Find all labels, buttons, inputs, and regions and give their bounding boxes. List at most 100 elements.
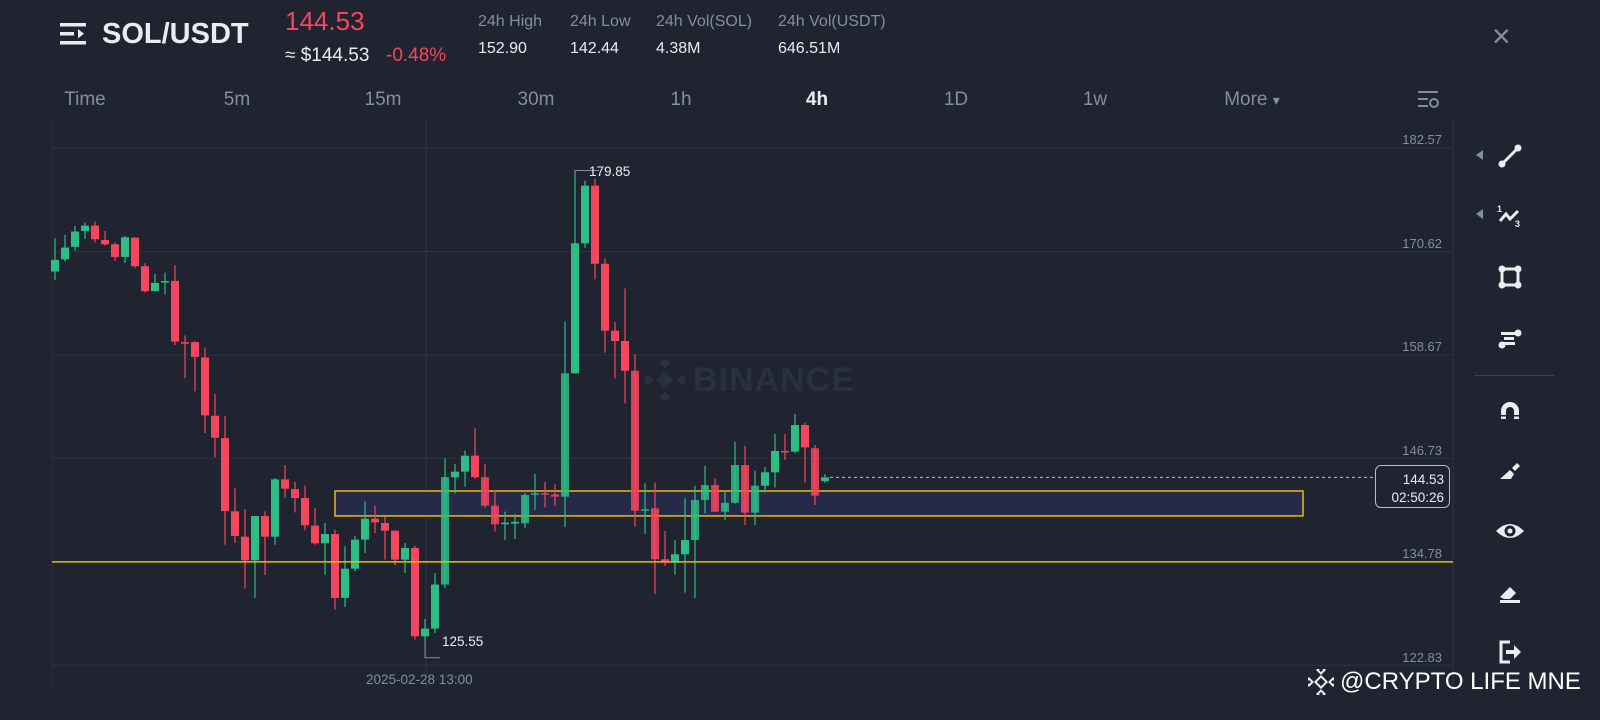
candle-body xyxy=(761,472,769,486)
crosshair-date-label: 2025-02-28 13:00 xyxy=(366,672,473,687)
candle-body xyxy=(301,498,309,526)
candle-body xyxy=(351,539,359,569)
candle-body xyxy=(421,628,429,637)
pencil-icon xyxy=(1500,463,1520,479)
magnet-icon xyxy=(1501,402,1519,419)
candle-body xyxy=(61,247,69,260)
credit-watermark: @CRYPTO LIFE MNE xyxy=(1308,668,1581,696)
candle-body xyxy=(401,547,409,560)
candle-body xyxy=(221,438,229,511)
candle-body xyxy=(171,280,179,342)
candle-body xyxy=(701,485,709,500)
candle-body xyxy=(111,244,119,257)
candle-body xyxy=(651,508,659,560)
y-tick-label: 182.57 xyxy=(1402,132,1442,147)
candle-body xyxy=(791,425,799,452)
candle-body xyxy=(341,568,349,598)
eye-icon xyxy=(1496,524,1524,538)
svg-text:3: 3 xyxy=(1515,219,1520,229)
candle-body xyxy=(201,357,209,416)
candle-body xyxy=(311,525,319,544)
candle-body xyxy=(521,494,529,524)
candle-body xyxy=(431,584,439,629)
candle-body xyxy=(561,373,569,497)
visibility-tool[interactable] xyxy=(1492,513,1528,549)
candle-body xyxy=(511,521,519,524)
candle-body xyxy=(721,502,729,512)
current-price-tag: 144.53 02:50:26 xyxy=(1375,465,1450,508)
candle-body xyxy=(181,342,189,344)
expand-arrow-icon[interactable] xyxy=(1476,209,1483,219)
high-marker-label: 179.85 xyxy=(589,164,631,179)
candle-body xyxy=(811,448,819,496)
y-tick-label: 158.67 xyxy=(1402,339,1442,354)
candle-body xyxy=(751,485,759,513)
candle-body xyxy=(581,185,589,244)
trendline-icon xyxy=(1498,144,1522,168)
candle-body xyxy=(611,330,619,342)
candle-body xyxy=(151,282,159,292)
magnet-tool[interactable] xyxy=(1492,393,1528,429)
candle-body xyxy=(321,534,329,544)
candle-body xyxy=(211,415,219,438)
candle-body xyxy=(81,225,89,231)
candle-body xyxy=(131,237,139,267)
y-tick-label: 170.62 xyxy=(1402,236,1442,251)
text-lines-tool[interactable] xyxy=(1492,320,1528,356)
candle-body xyxy=(501,522,509,525)
candle-body xyxy=(91,225,99,240)
low-marker-label: 125.55 xyxy=(442,634,484,649)
expand-arrow-icon[interactable] xyxy=(1476,150,1483,160)
candle-body xyxy=(731,465,739,503)
candle-body xyxy=(481,477,489,506)
candle-body xyxy=(571,243,579,374)
candle-body xyxy=(691,499,699,541)
candle-body xyxy=(471,455,479,478)
candle-body xyxy=(781,450,789,453)
candlestick-chart[interactable] xyxy=(0,0,1600,720)
candle-body xyxy=(771,450,779,473)
credit-text: @CRYPTO LIFE MNE xyxy=(1340,668,1581,695)
candle-body xyxy=(541,493,549,495)
candle-body xyxy=(281,479,289,489)
candle-body xyxy=(441,477,449,585)
candle-body xyxy=(71,231,79,247)
candle-body xyxy=(191,342,199,357)
candle-body xyxy=(371,518,379,523)
brush-tool[interactable] xyxy=(1492,453,1528,489)
candle-body xyxy=(461,455,469,472)
y-tick-label: 122.83 xyxy=(1402,650,1442,665)
candle-body xyxy=(641,509,649,511)
candle-body xyxy=(331,534,339,598)
candle-body xyxy=(261,516,269,537)
candle-body xyxy=(231,511,239,537)
candle-body xyxy=(711,485,719,512)
candle-body xyxy=(631,370,639,511)
candle-body xyxy=(591,185,599,264)
candle-body xyxy=(381,523,389,531)
eraser-icon xyxy=(1500,587,1520,603)
trendline-tool[interactable] xyxy=(1492,138,1528,174)
low-marker-leader xyxy=(424,641,440,659)
fibonacci-tool[interactable]: 13 xyxy=(1492,197,1528,233)
candle-body xyxy=(741,465,749,513)
toolbar-divider xyxy=(1474,375,1554,376)
candle-body xyxy=(361,518,369,540)
current-price-label: 144.53 xyxy=(1402,472,1444,487)
candle-body xyxy=(271,479,279,537)
candle-body xyxy=(531,493,539,495)
candle-body xyxy=(291,489,299,499)
exit-icon xyxy=(1499,640,1521,664)
y-tick-label: 134.78 xyxy=(1402,546,1442,561)
svg-text:1: 1 xyxy=(1497,204,1502,214)
candle-body xyxy=(601,263,609,331)
binance-logo-icon xyxy=(1308,669,1334,695)
rectangle-tool[interactable] xyxy=(1492,259,1528,295)
eraser-tool[interactable] xyxy=(1492,575,1528,611)
candle-body xyxy=(141,266,149,292)
candle-countdown: 02:50:26 xyxy=(1391,490,1444,505)
fibonacci-icon: 13 xyxy=(1497,204,1520,229)
candle-body xyxy=(121,237,129,257)
exit-drawing-tool[interactable] xyxy=(1492,634,1528,670)
y-tick-label: 146.73 xyxy=(1402,443,1442,458)
